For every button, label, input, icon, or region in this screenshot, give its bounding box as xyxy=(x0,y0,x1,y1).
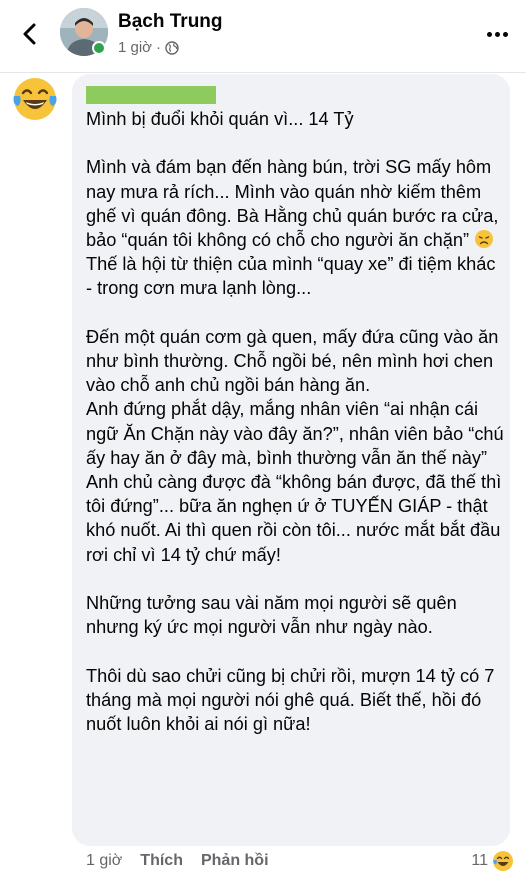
like-button[interactable]: Thích xyxy=(140,852,183,870)
reply-button[interactable]: Phản hồi xyxy=(201,852,269,870)
comment-text: Mình bị đuổi khỏi quán vì... 14 Tỷ Mình … xyxy=(86,107,506,736)
redacted-author-name[interactable] xyxy=(86,86,216,104)
comment-paragraph-2a: Mình và đám bạn đến hàng bún, trời SG mấ… xyxy=(86,157,504,251)
comment-actions: 1 giờ Thích Phản hồi xyxy=(86,852,269,870)
more-horizontal-icon xyxy=(486,31,492,37)
comment-paragraph-1: Mình bị đuổi khỏi quán vì... 14 Tỷ xyxy=(86,109,354,129)
comment-paragraph-2b: Thế là hội từ thiện của mình “quay xe” đ… xyxy=(86,254,501,299)
post-meta: 1 giờ · xyxy=(118,39,179,56)
dot-separator: · xyxy=(156,39,162,56)
comment-paragraph-5: Thôi dù sao chửi cũng bị chửi rồi, mượn … xyxy=(86,665,500,735)
post-header: Bạch Trung 1 giờ · xyxy=(0,0,526,70)
header-divider xyxy=(0,72,526,73)
comment-paragraph-3: Đến một quán cơm gà quen, mấy đứa cũng v… xyxy=(86,326,504,565)
post-time[interactable]: 1 giờ xyxy=(118,39,152,56)
back-button[interactable] xyxy=(14,18,46,50)
globe-icon xyxy=(165,40,179,55)
disappointed-face-icon xyxy=(475,230,494,249)
laughing-emoji-icon xyxy=(493,851,513,871)
comment-paragraph-4: Những tưởng sau vài năm mọi người sẽ quê… xyxy=(86,593,462,638)
chevron-left-icon xyxy=(23,23,36,45)
laughing-tears-emoji-icon[interactable] xyxy=(10,74,60,124)
more-options-button[interactable] xyxy=(482,22,512,46)
comment-bubble: Mình bị đuổi khỏi quán vì... 14 Tỷ Mình … xyxy=(72,74,510,846)
reaction-summary[interactable]: 11 xyxy=(471,850,514,872)
author-name[interactable]: Bạch Trung xyxy=(118,11,223,33)
online-status-dot xyxy=(92,41,106,55)
comment-time[interactable]: 1 giờ xyxy=(86,852,122,870)
reaction-count: 11 xyxy=(471,852,488,869)
